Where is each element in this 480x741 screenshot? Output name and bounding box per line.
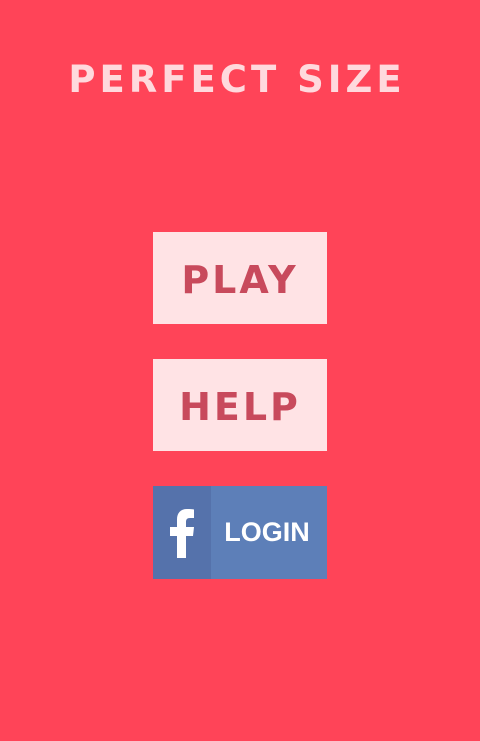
play-button[interactable]: PLAY xyxy=(153,232,327,324)
login-label: LOGIN xyxy=(224,517,310,547)
help-button-label: HELP xyxy=(179,385,301,429)
help-button[interactable]: HELP xyxy=(153,359,327,451)
play-button-label: PLAY xyxy=(181,258,299,302)
game-title: PERFECT SIZE xyxy=(68,58,406,101)
facebook-login-button[interactable]: LOGIN xyxy=(153,486,327,579)
facebook-icon xyxy=(153,486,211,579)
